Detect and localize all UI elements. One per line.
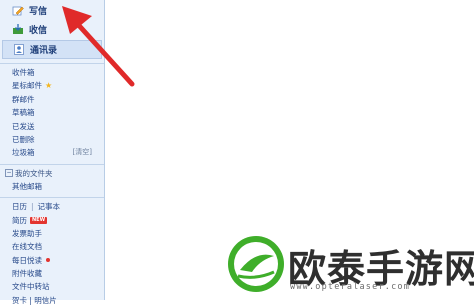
red-arrow-annotation [62,6,135,87]
divider [0,163,104,165]
tool-calendar-notes: 日历 | 记事本 [12,200,104,213]
inbox-icon [12,24,24,35]
folder-spam[interactable]: 垃圾箱 [清空] [12,146,98,159]
resume-label: 简历 [12,215,27,225]
inbox-label: 收信 [29,26,48,36]
compose-label: 写信 [29,7,48,17]
folder-group[interactable]: 群邮件 [12,93,104,106]
tool-cards[interactable]: 贺卡 | 明信片 [12,294,104,307]
pipe-separator: | [31,202,34,212]
collapse-icon: − [5,169,13,178]
contacts-icon [13,44,25,55]
my-folders-list: 其他邮箱 [0,180,104,193]
notes-link[interactable]: 记事本 [38,200,61,213]
contacts-label: 通讯录 [30,46,58,56]
my-folders-header[interactable]: − 我的文件夹 [0,167,104,180]
watermark-url: www.opteralaser.com [290,282,411,292]
folder-sent[interactable]: 已发送 [12,120,104,133]
my-folders-label: 我的文件夹 [15,168,53,178]
tool-resume[interactable]: 简历 NEW [12,214,104,227]
watermark: 欧泰手游网 www.opteralaser.com [226,234,474,296]
tool-invoice-assistant[interactable]: 发票助手 [12,227,104,240]
calendar-link[interactable]: 日历 [12,200,27,213]
tool-daily-news[interactable]: 每日悦读 [12,254,104,267]
tool-attachments[interactable]: 附件收藏 [12,267,104,280]
folder-drafts[interactable]: 草稿箱 [12,106,104,119]
folder-spam-label: 垃圾箱 [12,148,35,158]
daily-news-label: 每日悦读 [12,255,42,265]
folder-deleted[interactable]: 已删除 [12,133,104,146]
new-badge: NEW [30,216,48,224]
folder-starred-label: 星标邮件 [12,81,42,91]
notification-dot [46,258,50,263]
star-icon: ★ [45,81,53,91]
folder-other-mailbox[interactable]: 其他邮箱 [12,180,104,193]
pencil-icon [12,5,24,16]
tools-list: 日历 | 记事本 简历 NEW 发票助手 在线文档 每日悦读 附件收藏 文件中转… [0,200,104,307]
tool-file-transfer[interactable]: 文件中转站 [12,280,104,293]
tool-online-docs[interactable]: 在线文档 [12,240,104,253]
watermark-logo [228,236,284,292]
empty-spam-link[interactable]: [清空] [73,146,92,159]
divider [0,197,104,199]
